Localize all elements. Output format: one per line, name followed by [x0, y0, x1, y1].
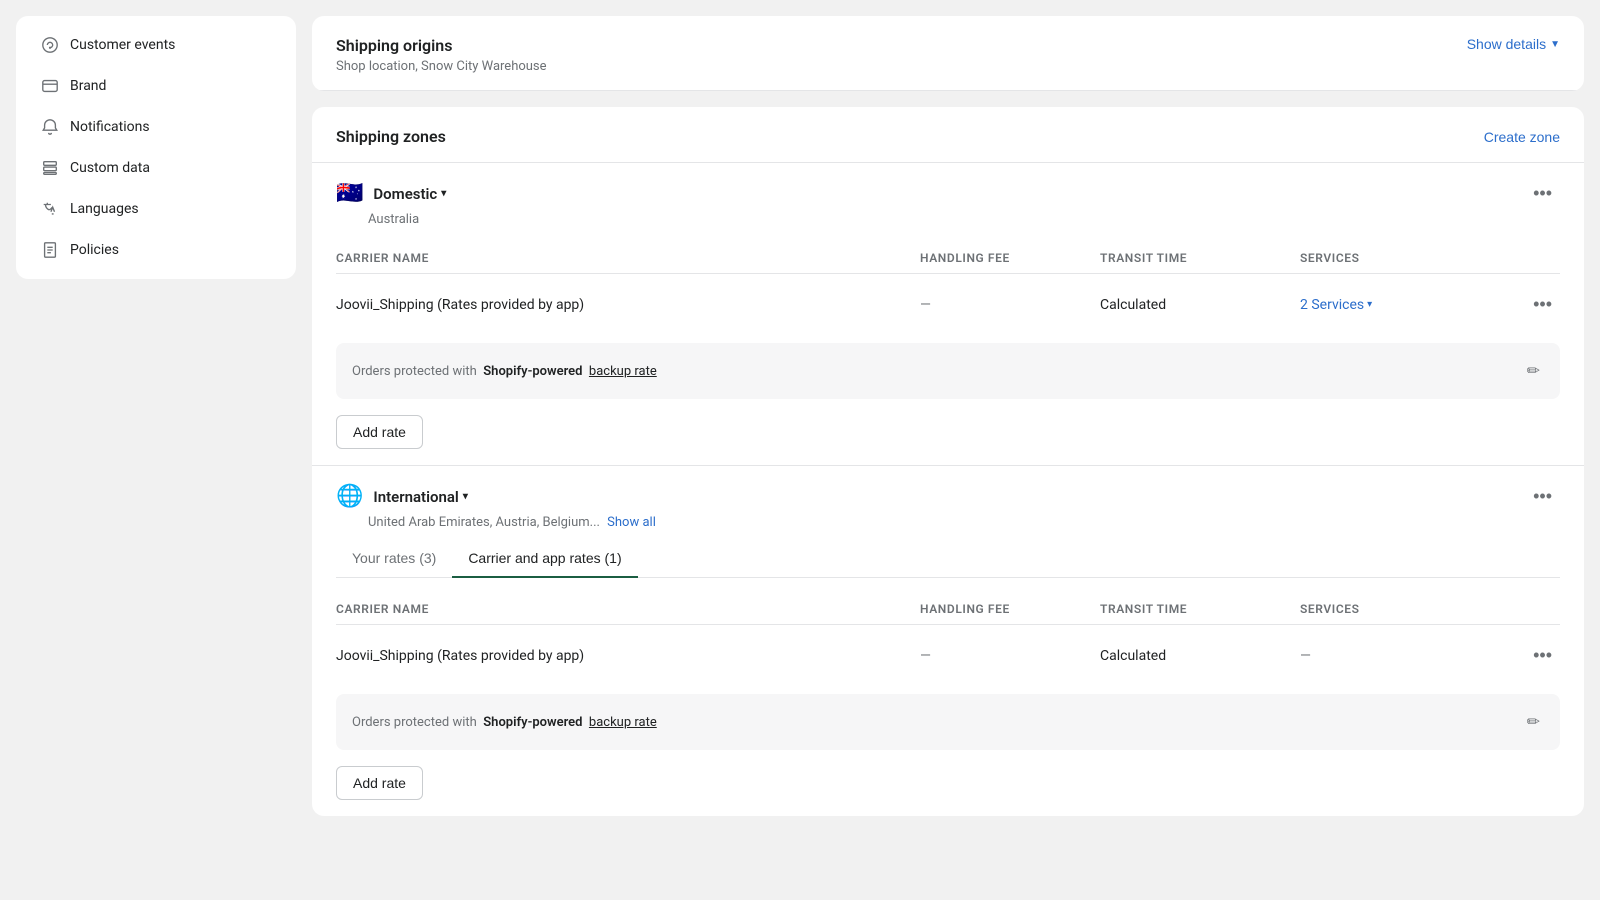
domestic-col-services: Services — [1300, 251, 1500, 265]
domestic-backup-edit-button[interactable]: ✏ — [1523, 357, 1544, 385]
international-zone-name-wrap: International ▾ — [373, 488, 467, 506]
international-transit-time: Calculated — [1100, 648, 1300, 664]
sidebar: Customer events Brand Notifications — [16, 16, 296, 279]
domestic-col-handling: Handling fee — [920, 251, 1100, 265]
chevron-down-icon: ▼ — [1550, 39, 1560, 50]
international-col-carrier: Carrier name — [336, 602, 920, 616]
international-backup-rate: Orders protected with Shopify-powered ba… — [336, 694, 1560, 750]
sidebar-item-custom-data[interactable]: Custom data — [24, 148, 288, 188]
domestic-carrier-name: Joovii_Shipping (Rates provided by app) — [336, 297, 920, 313]
international-zone-header: 🌐 International ▾ ••• — [336, 482, 1560, 511]
domestic-zone-header: 🇦🇺 Domestic ▾ ••• — [336, 179, 1560, 208]
domestic-table-header: Carrier name Handling fee Transit time S… — [336, 243, 1560, 274]
international-show-all-link[interactable]: Show all — [607, 515, 656, 530]
domestic-backup-rate: Orders protected with Shopify-powered ba… — [336, 343, 1560, 399]
policies-icon — [40, 240, 60, 260]
customer-events-icon — [40, 35, 60, 55]
domestic-col-actions — [1500, 251, 1560, 265]
international-zone: 🌐 International ▾ ••• United Arab Emirat… — [312, 465, 1584, 816]
table-row: Joovii_Shipping (Rates provided by app) … — [336, 625, 1560, 686]
shipping-zones-header: Shipping zones Create zone — [312, 107, 1584, 162]
sidebar-label-brand: Brand — [70, 78, 106, 94]
domestic-table: Carrier name Handling fee Transit time S… — [336, 243, 1560, 335]
domestic-zone-name-wrap: Domestic ▾ — [373, 185, 446, 203]
domestic-transit-time: Calculated — [1100, 297, 1300, 313]
domestic-zone-name: Domestic ▾ — [373, 185, 446, 203]
domestic-col-transit: Transit time — [1100, 251, 1300, 265]
sidebar-label-policies: Policies — [70, 242, 119, 258]
domestic-handling-fee: — — [920, 297, 1100, 313]
domestic-row-actions: ••• — [1500, 290, 1560, 319]
shipping-origins-header: Shipping origins Shop location, Snow Cit… — [312, 16, 1584, 91]
shipping-origins-card: Shipping origins Shop location, Snow Cit… — [312, 16, 1584, 91]
sidebar-item-customer-events[interactable]: Customer events — [24, 25, 288, 65]
international-zone-subtitle: United Arab Emirates, Austria, Belgium..… — [368, 515, 1560, 530]
international-globe-icon: 🌐 — [336, 484, 363, 509]
brand-icon — [40, 76, 60, 96]
domestic-zone-header-left: 🇦🇺 Domestic ▾ — [336, 181, 446, 206]
sidebar-label-custom-data: Custom data — [70, 160, 150, 176]
shipping-origins-header-left: Shipping origins Shop location, Snow Cit… — [336, 36, 547, 74]
shipping-zones-title: Shipping zones — [336, 127, 446, 146]
domestic-backup-rate-text: Orders protected with Shopify-powered ba… — [352, 364, 657, 379]
sidebar-label-languages: Languages — [70, 201, 139, 217]
international-row-actions: ••• — [1500, 641, 1560, 670]
domestic-services-link[interactable]: 2 Services ▾ — [1300, 297, 1500, 313]
international-zone-name: International ▾ — [373, 488, 467, 506]
domestic-more-button[interactable]: ••• — [1525, 179, 1560, 208]
sidebar-label-notifications: Notifications — [70, 119, 150, 135]
international-col-handling: Handling fee — [920, 602, 1100, 616]
domestic-zone: 🇦🇺 Domestic ▾ ••• Australia Carrier name… — [312, 162, 1584, 465]
international-more-button[interactable]: ••• — [1525, 482, 1560, 511]
international-backup-edit-button[interactable]: ✏ — [1523, 708, 1544, 736]
create-zone-button[interactable]: Create zone — [1484, 129, 1560, 145]
table-row: Joovii_Shipping (Rates provided by app) … — [336, 274, 1560, 335]
international-carrier-name: Joovii_Shipping (Rates provided by app) — [336, 648, 920, 664]
australia-flag-icon: 🇦🇺 — [336, 181, 363, 206]
tab-your-rates[interactable]: Your rates (3) — [336, 542, 452, 578]
domestic-backup-rate-link[interactable]: backup rate — [589, 364, 657, 379]
shipping-origins-title: Shipping origins — [336, 36, 547, 55]
shipping-origins-subtitle: Shop location, Snow City Warehouse — [336, 59, 547, 74]
domestic-add-rate-button[interactable]: Add rate — [336, 415, 423, 449]
sidebar-label-customer-events: Customer events — [70, 37, 175, 53]
show-details-button[interactable]: Show details ▼ — [1467, 36, 1560, 52]
sidebar-item-policies[interactable]: Policies — [24, 230, 288, 270]
tab-carrier-app-rates[interactable]: Carrier and app rates (1) — [452, 542, 637, 578]
international-table-header: Carrier name Handling fee Transit time S… — [336, 594, 1560, 625]
international-backup-rate-link[interactable]: backup rate — [589, 715, 657, 730]
shipping-zones-card: Shipping zones Create zone 🇦🇺 Domestic ▾… — [312, 107, 1584, 816]
international-col-actions — [1500, 602, 1560, 616]
sidebar-item-notifications[interactable]: Notifications — [24, 107, 288, 147]
notifications-icon — [40, 117, 60, 137]
domestic-zone-subtitle: Australia — [368, 212, 1560, 227]
domestic-chevron-icon: ▾ — [441, 188, 446, 199]
languages-icon — [40, 199, 60, 219]
international-row-more-button[interactable]: ••• — [1525, 641, 1560, 670]
international-col-transit: Transit time — [1100, 602, 1300, 616]
international-table: Carrier name Handling fee Transit time S… — [336, 594, 1560, 686]
international-handling-fee: — — [920, 648, 1100, 664]
international-zone-header-left: 🌐 International ▾ — [336, 484, 468, 509]
international-add-rate-button[interactable]: Add rate — [336, 766, 423, 800]
custom-data-icon — [40, 158, 60, 178]
sidebar-item-brand[interactable]: Brand — [24, 66, 288, 106]
domestic-row-more-button[interactable]: ••• — [1525, 290, 1560, 319]
domestic-col-carrier: Carrier name — [336, 251, 920, 265]
sidebar-item-languages[interactable]: Languages — [24, 189, 288, 229]
international-tabs: Your rates (3) Carrier and app rates (1) — [336, 542, 1560, 578]
international-backup-rate-text: Orders protected with Shopify-powered ba… — [352, 715, 657, 730]
services-chevron-icon: ▾ — [1367, 299, 1372, 310]
international-col-services: Services — [1300, 602, 1500, 616]
main-content: Shipping origins Shop location, Snow Cit… — [296, 0, 1600, 900]
international-chevron-icon: ▾ — [463, 491, 468, 502]
international-services: — — [1300, 648, 1500, 664]
